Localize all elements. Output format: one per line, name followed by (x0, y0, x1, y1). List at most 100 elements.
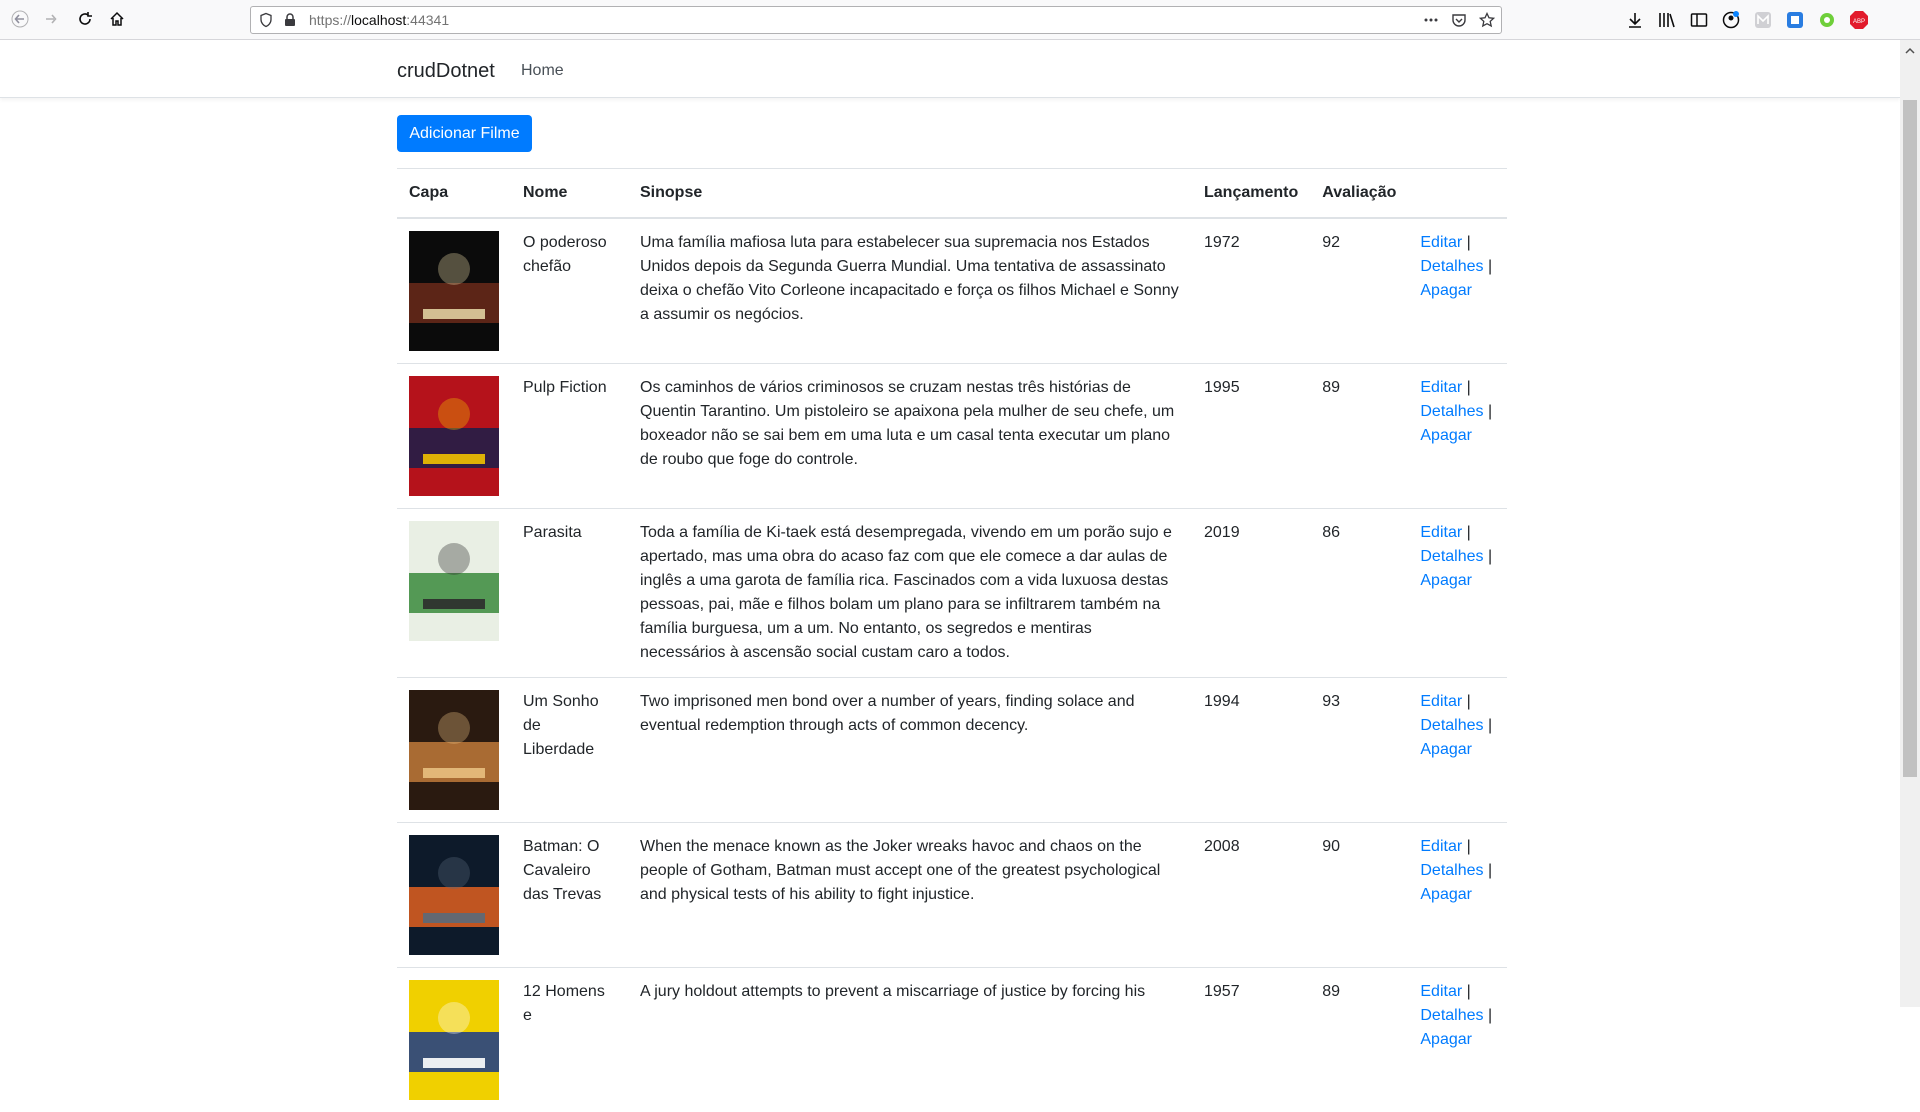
table-row: Um Sonho de LiberdadeTwo imprisoned men … (397, 678, 1507, 823)
site-navbar: crudDotnet Home (0, 40, 1900, 98)
edit-link[interactable]: Editar (1420, 838, 1462, 855)
home-icon[interactable] (103, 5, 131, 33)
cell-capa (397, 823, 511, 968)
delete-link[interactable]: Apagar (1420, 741, 1472, 758)
nav-home-link[interactable]: Home (521, 62, 564, 80)
link-separator: | (1488, 548, 1492, 565)
details-link[interactable]: Detalhes (1420, 1007, 1483, 1024)
table-row: Pulp FictionOs caminhos de vários crimin… (397, 364, 1507, 509)
browser-toolbar: https://localhost:44341 ABP (0, 0, 1920, 40)
link-separator: | (1467, 983, 1471, 1000)
table-row: O poderoso chefãoUma família mafiosa lut… (397, 218, 1507, 364)
link-separator: | (1488, 1007, 1492, 1024)
forward-icon[interactable] (37, 5, 65, 33)
cell-nome: Batman: O Cavaleiro das Trevas (511, 823, 628, 968)
link-separator: | (1467, 693, 1471, 710)
delete-link[interactable]: Apagar (1420, 886, 1472, 903)
url-host: localhost (351, 12, 406, 28)
table-header-row: Capa Nome Sinopse Lançamento Avaliação (397, 169, 1507, 219)
delete-link[interactable]: Apagar (1420, 427, 1472, 444)
brand-link[interactable]: crudDotnet (397, 60, 495, 83)
cell-avaliacao: 92 (1310, 218, 1408, 364)
scrollbar-thumb[interactable] (1903, 100, 1917, 777)
link-separator: | (1488, 717, 1492, 734)
table-row: 12 Homens eA jury holdout attempts to pr… (397, 968, 1507, 1112)
cell-nome: Parasita (511, 509, 628, 678)
table-row: ParasitaToda a família de Ki-taek está d… (397, 509, 1507, 678)
cell-lancamento: 1972 (1192, 218, 1310, 364)
extension-green-icon[interactable] (1817, 10, 1837, 30)
reload-icon[interactable] (71, 5, 99, 33)
delete-link[interactable]: Apagar (1420, 1031, 1472, 1048)
cell-avaliacao: 89 (1310, 968, 1408, 1112)
pocket-icon[interactable] (1451, 12, 1467, 28)
cell-capa (397, 509, 511, 678)
details-link[interactable]: Detalhes (1420, 258, 1483, 275)
link-separator: | (1467, 234, 1471, 251)
cell-lancamento: 2008 (1192, 823, 1310, 968)
lock-icon[interactable] (282, 12, 298, 28)
link-separator: | (1467, 838, 1471, 855)
cell-actions: Editar |Detalhes |Apagar (1408, 218, 1507, 364)
sidebar-icon[interactable] (1689, 10, 1709, 30)
edit-link[interactable]: Editar (1420, 524, 1462, 541)
back-icon[interactable] (6, 5, 34, 33)
cell-sinopse: Os caminhos de vários criminosos se cruz… (628, 364, 1192, 509)
delete-link[interactable]: Apagar (1420, 572, 1472, 589)
cell-sinopse: Uma família mafiosa luta para estabelece… (628, 218, 1192, 364)
link-separator: | (1488, 403, 1492, 420)
cell-sinopse: Two imprisoned men bond over a number of… (628, 678, 1192, 823)
table-row: Batman: O Cavaleiro das TrevasWhen the m… (397, 823, 1507, 968)
delete-link[interactable]: Apagar (1420, 282, 1472, 299)
header-actions (1408, 169, 1507, 219)
shield-icon[interactable] (258, 12, 274, 28)
download-icon[interactable] (1625, 10, 1645, 30)
cell-sinopse: Toda a família de Ki-taek está desempreg… (628, 509, 1192, 678)
cell-capa (397, 218, 511, 364)
link-separator: | (1488, 862, 1492, 879)
movie-poster-image (409, 980, 499, 1100)
cell-actions: Editar | Detalhes | Apagar (1408, 823, 1507, 968)
cell-avaliacao: 86 (1310, 509, 1408, 678)
extension-blue-icon[interactable] (1785, 10, 1805, 30)
cell-sinopse: A jury holdout attempts to prevent a mis… (628, 968, 1192, 1112)
movie-poster-image (409, 690, 499, 810)
edit-link[interactable]: Editar (1420, 379, 1462, 396)
details-link[interactable]: Detalhes (1420, 717, 1483, 734)
library-icon[interactable] (1657, 10, 1677, 30)
edit-link[interactable]: Editar (1420, 234, 1462, 251)
add-movie-button[interactable]: Adicionar Filme (397, 115, 532, 152)
svg-text:ABP: ABP (1853, 19, 1865, 25)
scroll-up-arrow-icon[interactable] (1905, 46, 1915, 56)
cell-capa (397, 678, 511, 823)
account-icon[interactable] (1721, 10, 1741, 30)
more-icon[interactable] (1423, 12, 1439, 28)
details-link[interactable]: Detalhes (1420, 862, 1483, 879)
cell-avaliacao: 93 (1310, 678, 1408, 823)
details-link[interactable]: Detalhes (1420, 403, 1483, 420)
cell-lancamento: 2019 (1192, 509, 1310, 678)
cell-avaliacao: 90 (1310, 823, 1408, 968)
cell-nome: Pulp Fiction (511, 364, 628, 509)
cell-nome: O poderoso chefão (511, 218, 628, 364)
link-separator: | (1467, 379, 1471, 396)
cell-nome: 12 Homens e (511, 968, 628, 1112)
bookmark-star-icon[interactable] (1479, 12, 1495, 28)
url-prefix: https:// (309, 12, 351, 28)
edit-link[interactable]: Editar (1420, 693, 1462, 710)
header-capa: Capa (397, 169, 511, 219)
edit-link[interactable]: Editar (1420, 983, 1462, 1000)
adblock-icon[interactable]: ABP (1849, 10, 1869, 30)
url-bar[interactable]: https://localhost:44341 (250, 6, 1502, 34)
header-lancamento: Lançamento (1192, 169, 1310, 219)
movies-table: Capa Nome Sinopse Lançamento Avaliação O… (397, 168, 1507, 1112)
cell-lancamento: 1995 (1192, 364, 1310, 509)
header-sinopse: Sinopse (628, 169, 1192, 219)
header-nome: Nome (511, 169, 628, 219)
movie-poster-image (409, 376, 499, 496)
page-scrollbar[interactable] (1900, 40, 1920, 1007)
url-text[interactable]: https://localhost:44341 (309, 12, 449, 28)
extension-m-icon[interactable] (1753, 10, 1773, 30)
header-avaliacao: Avaliação (1310, 169, 1408, 219)
details-link[interactable]: Detalhes (1420, 548, 1483, 565)
